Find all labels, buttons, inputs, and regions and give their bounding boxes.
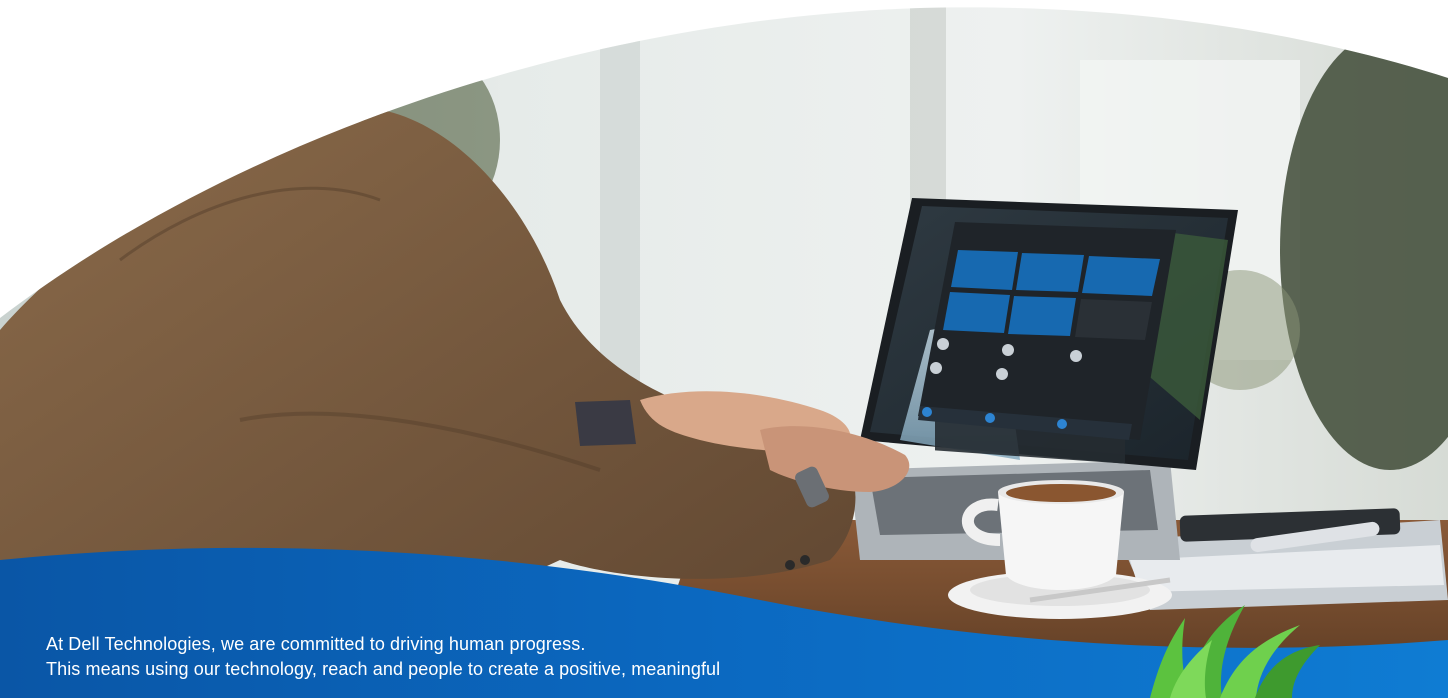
hero-photo — [0, 7, 1448, 698]
hero-tagline: At Dell Technologies, we are committed t… — [46, 632, 1146, 682]
hero-text-line-2: This means using our technology, reach a… — [46, 659, 721, 679]
hero-text-line-1: At Dell Technologies, we are committed t… — [46, 634, 586, 654]
hero-banner: At Dell Technologies, we are committed t… — [0, 0, 1448, 698]
